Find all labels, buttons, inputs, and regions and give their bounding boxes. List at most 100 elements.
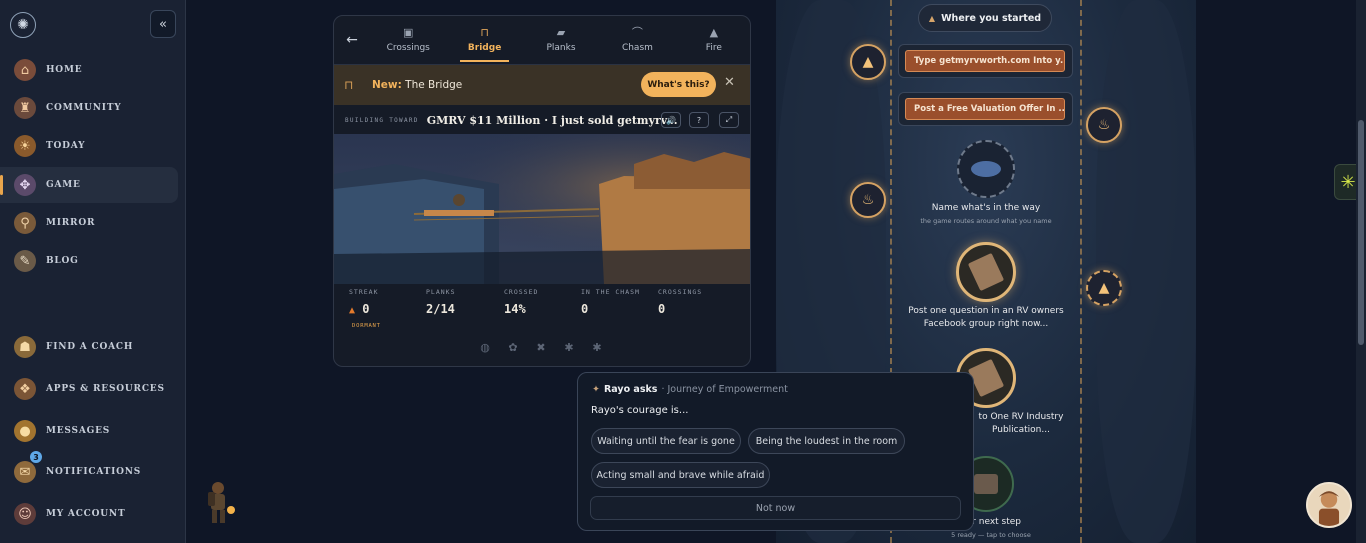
sidebar-item-notifications[interactable]: ✉ 3 NOTIFICATIONS [0, 451, 178, 490]
goal-title[interactable]: GMRV $11 Million · I just sold getmyrv..… [427, 114, 678, 127]
answer-option[interactable]: Acting small and brave while afraid [591, 462, 770, 488]
cross-stage-icon[interactable]: ✖ [532, 341, 550, 355]
apps-icon: ❖ [14, 378, 36, 400]
answer-option[interactable]: Waiting until the fear is gone [591, 428, 741, 454]
stat-value: 14% [504, 302, 526, 316]
stat-crossed: CROSSED 14% [504, 288, 538, 316]
back-arrow-icon[interactable]: ← [334, 16, 370, 64]
messages-icon: ● [14, 420, 36, 442]
stat-value: 2/14 [426, 302, 455, 316]
sidebar-item-label: TODAY [46, 141, 86, 151]
plank-icon: ▰ [556, 26, 566, 39]
node-caption: Name what's in the way the game routes a… [896, 202, 1076, 228]
where-you-started-button[interactable]: ▲ Where you started [918, 4, 1052, 32]
answer-option[interactable]: Being the loudest in the room [748, 428, 905, 454]
notifications-icon: ✉ [14, 461, 36, 483]
bug-stage-icon[interactable]: ✱ [588, 341, 606, 355]
tab-fire[interactable]: ▲ Fire [676, 16, 750, 64]
stat-in-the-chasm: IN THE CHASM 0 [581, 288, 640, 316]
dormant-status: DORMANT [352, 323, 381, 329]
node-title: to One RV Industry [978, 412, 1064, 422]
sidebar-item-find-a-coach[interactable]: ☗ FIND A COACH [0, 329, 178, 365]
sidebar-item-label: HOME [46, 65, 83, 75]
stone-shape [971, 161, 1001, 177]
spider-stage-icon[interactable]: ✱ [560, 341, 578, 355]
rayo-avatar-icon: ✦ [592, 384, 600, 395]
tree-logo-icon[interactable]: ✺ [10, 12, 36, 38]
node-caption: Post one question in an RV owners Facebo… [891, 305, 1081, 331]
sidebar-item-apps-resources[interactable]: ❖ APPS & RESOURCES [0, 371, 178, 407]
plank-step-1[interactable]: Type getmyrvworth.com Into y... [905, 50, 1065, 72]
coach-icon: ☗ [14, 336, 36, 358]
building-toward-row: BUILDING TOWARD GMRV $11 Million · I jus… [345, 112, 745, 128]
scrollbar-thumb[interactable] [1358, 120, 1364, 345]
plank-card: Type getmyrvworth.com Into y... [898, 44, 1073, 78]
plank-step-2[interactable]: Post a Free Valuation Offer In ... [905, 98, 1065, 120]
sidebar-item-blog[interactable]: ✎ BLOG [0, 243, 178, 279]
sidebar-item-game[interactable]: ✥ GAME [0, 167, 178, 203]
tab-label: Bridge [467, 43, 502, 53]
sidebar: ✺ « ⌂ HOME ♜ COMMUNITY ☀ TODAY ✥ GAME ⚲ … [0, 0, 186, 543]
bridge-scene-illustration [334, 134, 750, 284]
whats-this-button[interactable]: What's this? [641, 72, 716, 97]
streak-value: 0 [362, 302, 370, 316]
lantern-milestone-icon[interactable]: ♨ [1086, 107, 1122, 143]
collapse-sidebar-button[interactable]: « [150, 10, 176, 38]
sidebar-item-today[interactable]: ☀ TODAY [0, 128, 178, 164]
popup-header: ✦ Rayo asks · Journey of Empowerment [592, 384, 788, 395]
bridge-icon: ⊓ [480, 26, 489, 39]
crossings-icon: ▣ [403, 26, 414, 39]
user-avatar[interactable] [1306, 482, 1352, 528]
lantern-milestone-icon[interactable]: ♨ [850, 182, 886, 218]
tab-planks[interactable]: ▰ Planks [523, 16, 599, 64]
campfire-milestone-icon[interactable]: ▲ [1086, 270, 1122, 306]
sidebar-item-label: GAME [46, 180, 81, 190]
tab-chasm[interactable]: ⌒ Chasm [599, 16, 675, 64]
sound-button[interactable]: 🔊 [661, 112, 681, 128]
gear-stage-icon[interactable]: ✿ [504, 341, 522, 355]
cards-shape [974, 474, 998, 494]
fire-icon: ▲ [709, 26, 719, 39]
question-text: Rayo's courage is... [591, 405, 689, 416]
bridge-stage-icon[interactable]: ◍ [476, 341, 494, 355]
sidebar-item-community[interactable]: ♜ COMMUNITY [0, 90, 178, 126]
journey-name: · Journey of Empowerment [661, 384, 788, 395]
help-button[interactable]: ? [689, 112, 709, 128]
game-tabs: ← ▣ Crossings ⊓ Bridge ▰ Planks ⌒ Chasm … [334, 16, 750, 65]
tent-icon: ▲ [928, 13, 936, 23]
today-icon: ☀ [14, 135, 36, 157]
stat-planks: PLANKS 2/14 [426, 288, 455, 316]
stat-crossings: CROSSINGS 0 [658, 288, 702, 316]
mirror-icon: ⚲ [14, 212, 36, 234]
sidebar-item-label: BLOG [46, 256, 79, 266]
plank-card: Post a Free Valuation Offer In ... [898, 92, 1073, 126]
app-root: ✺ « ⌂ HOME ♜ COMMUNITY ☀ TODAY ✥ GAME ⚲ … [0, 0, 1366, 543]
node-title: Post one question in an RV owners [908, 306, 1064, 316]
close-icon[interactable]: ✕ [724, 75, 735, 90]
banner-text: New: The Bridge [372, 79, 462, 91]
sidebar-item-label: COMMUNITY [46, 103, 122, 113]
tab-bridge[interactable]: ⊓ Bridge [446, 16, 522, 64]
chasm-icon: ⌒ [631, 26, 643, 39]
tab-label: Fire [705, 43, 722, 53]
stat-label: IN THE CHASM [581, 288, 640, 296]
not-now-button[interactable]: Not now [590, 496, 961, 520]
sidebar-item-my-account[interactable]: ☺ MY ACCOUNT [0, 496, 178, 532]
traveler-character-icon [208, 482, 235, 523]
node-title: Facebook group right now... [923, 319, 1049, 329]
sidebar-item-label: MY ACCOUNT [46, 509, 126, 519]
expand-button[interactable]: ⤢ [719, 112, 739, 128]
stat-streak: STREAK ▲ 0 [349, 288, 378, 316]
sidebar-item-home[interactable]: ⌂ HOME [0, 52, 178, 88]
obstacle-stone-icon[interactable] [957, 140, 1015, 198]
stat-label: CROSSINGS [658, 288, 703, 296]
banner-title: The Bridge [405, 79, 463, 91]
started-label: Where you started [941, 12, 1042, 24]
scrollbar[interactable] [1356, 0, 1366, 543]
sidebar-item-mirror[interactable]: ⚲ MIRROR [0, 205, 178, 241]
campfire-milestone-icon[interactable]: ▲ [850, 44, 886, 80]
sidebar-item-messages[interactable]: ● MESSAGES [0, 413, 178, 449]
plank-step-icon[interactable] [956, 242, 1016, 302]
tab-crossings[interactable]: ▣ Crossings [370, 16, 446, 64]
node-title: Publication... [992, 425, 1050, 435]
